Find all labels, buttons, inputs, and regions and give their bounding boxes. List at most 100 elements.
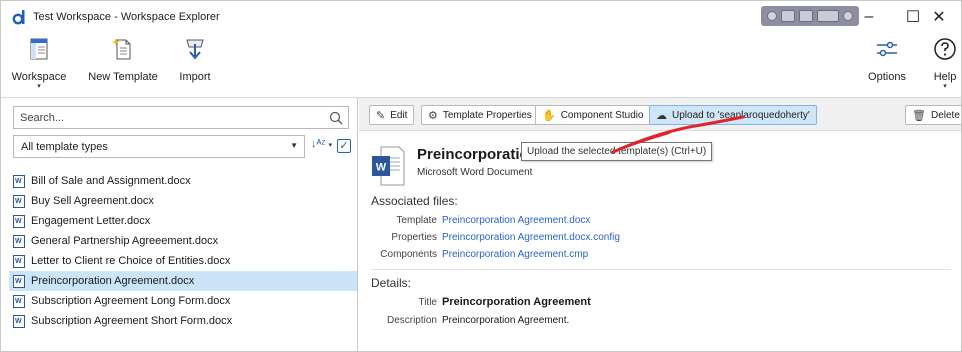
- list-item-selected[interactable]: Preincorporation Agreement.docx: [9, 271, 357, 291]
- import-button[interactable]: Import: [173, 33, 217, 95]
- template-type-select[interactable]: All template types ▼: [13, 135, 305, 158]
- list-item-label: General Partnership Agreeement.docx: [31, 235, 219, 247]
- edit-button[interactable]: ✎ Edit: [369, 105, 415, 125]
- word-document-icon: W: [372, 146, 405, 186]
- list-item-label: Preincorporation Agreement.docx: [31, 275, 195, 287]
- import-icon: [186, 39, 204, 60]
- new-template-icon: [112, 38, 131, 60]
- list-item[interactable]: Letter to Client re Choice of Entities.d…: [9, 251, 357, 271]
- chevron-down-icon: ▾: [37, 83, 41, 90]
- checkmark-icon: ✓: [339, 140, 349, 152]
- detail-toolbar: ✎ Edit ⚙ Template Properties ✋ Component St…: [359, 98, 961, 131]
- chevron-down-icon: ▼: [290, 141, 298, 150]
- sort-button[interactable]: ↓ᴬᶻ ▾: [311, 138, 333, 156]
- sliders-icon: [877, 41, 897, 57]
- svg-text:W: W: [376, 162, 387, 174]
- section-divider: [371, 269, 951, 270]
- taskbar-tray: [761, 6, 859, 26]
- workspace-button[interactable]: Workspace ▾: [11, 33, 67, 95]
- delete-label: Delete: [930, 109, 960, 121]
- options-label: Options: [868, 71, 906, 83]
- template-detail-pane: ✎ Edit ⚙ Template Properties ✋ Component St…: [359, 98, 961, 351]
- document-type: Microsoft Word Document: [417, 167, 533, 178]
- minimize-button[interactable]: –: [847, 1, 891, 33]
- word-doc-icon: [13, 214, 25, 228]
- edit-icon: ✎: [376, 109, 386, 122]
- gears-icon: ⚙: [428, 109, 438, 122]
- options-button[interactable]: Options: [865, 33, 909, 95]
- app-window: Test Workspace - Workspace Explorer – ☐ …: [0, 0, 962, 352]
- list-item[interactable]: Bill of Sale and Assignment.docx: [9, 171, 357, 191]
- new-template-button[interactable]: New Template: [87, 33, 159, 95]
- trash-icon: 🗑: [912, 109, 926, 122]
- edit-label: Edit: [390, 109, 408, 121]
- title-value: Preincorporation Agreement: [442, 296, 591, 308]
- title-bar: Test Workspace - Workspace Explorer – ☐ …: [1, 1, 961, 33]
- list-item[interactable]: Engagement Letter.docx: [9, 211, 357, 231]
- list-item[interactable]: General Partnership Agreeement.docx: [9, 231, 357, 251]
- list-item[interactable]: Buy Sell Agreement.docx: [9, 191, 357, 211]
- search-input[interactable]: [20, 110, 320, 126]
- component-studio-button[interactable]: ✋ Component Studio: [535, 105, 651, 125]
- list-item-label: Engagement Letter.docx: [31, 215, 151, 227]
- list-item-label: Bill of Sale and Assignment.docx: [31, 175, 191, 187]
- import-label: Import: [179, 71, 211, 83]
- app-logo-icon: [11, 9, 27, 25]
- workspace-icon: [30, 38, 48, 60]
- workspace-label: Workspace: [11, 71, 67, 83]
- template-list-pane: All template types ▼ ↓ᴬᶻ ▾ ✓ Bill of Sal…: [1, 98, 358, 351]
- properties-file-label: Properties: [391, 232, 437, 243]
- details-heading: Details:: [371, 276, 412, 290]
- chevron-down-icon: ▾: [943, 83, 947, 90]
- upload-button[interactable]: ☁ Upload to 'seanlaroquedoherty': [649, 105, 817, 125]
- search-icon[interactable]: [328, 110, 344, 126]
- word-doc-icon: [13, 274, 25, 288]
- word-doc-icon: [13, 234, 25, 248]
- chevron-down-icon: ▾: [328, 142, 333, 149]
- close-button[interactable]: ✕: [917, 1, 961, 33]
- template-file-label: Template: [396, 215, 437, 226]
- word-doc-icon: [13, 254, 25, 268]
- list-item[interactable]: Subscription Agreement Short Form.docx: [9, 311, 357, 331]
- sort-az-icon: ↓ᴬᶻ: [311, 138, 326, 150]
- template-properties-label: Template Properties: [442, 109, 532, 121]
- cloud-upload-icon: ☁: [656, 109, 667, 122]
- help-button[interactable]: Help ▾: [929, 33, 961, 95]
- template-list: Bill of Sale and Assignment.docx Buy Sel…: [9, 171, 357, 331]
- list-item[interactable]: Subscription Agreement Long Form.docx: [9, 291, 357, 311]
- word-doc-icon: [13, 294, 25, 308]
- upload-label: Upload to 'seanlaroquedoherty': [672, 109, 810, 121]
- help-icon: [934, 38, 956, 60]
- properties-file-link[interactable]: Preincorporation Agreement.docx.config: [442, 232, 620, 243]
- associated-files-heading: Associated files:: [371, 194, 458, 208]
- word-doc-icon: [13, 174, 25, 188]
- list-item-label: Subscription Agreement Short Form.docx: [31, 315, 233, 327]
- title-label: Title: [418, 297, 437, 308]
- word-doc-icon: [13, 314, 25, 328]
- tray-icon[interactable]: [781, 10, 795, 22]
- upload-tooltip: Upload the selected template(s) (Ctrl+U): [521, 142, 713, 161]
- list-item-label: Buy Sell Agreement.docx: [31, 195, 154, 207]
- new-template-label: New Template: [88, 71, 158, 83]
- list-item-label: Subscription Agreement Long Form.docx: [31, 295, 231, 307]
- tray-icon[interactable]: [799, 10, 813, 22]
- template-type-value: All template types: [21, 141, 108, 153]
- handshake-icon: ✋: [542, 109, 556, 122]
- tray-icon[interactable]: [817, 10, 839, 22]
- ribbon: Workspace ▾ New Template Import Options …: [1, 33, 961, 95]
- tray-icon[interactable]: [767, 11, 777, 21]
- components-file-link[interactable]: Preincorporation Agreement.cmp: [442, 249, 588, 260]
- search-field[interactable]: [13, 106, 349, 129]
- template-properties-button[interactable]: ⚙ Template Properties: [421, 105, 539, 125]
- component-studio-label: Component Studio: [560, 109, 644, 121]
- components-file-label: Components: [380, 249, 437, 260]
- window-title: Test Workspace - Workspace Explorer: [33, 11, 220, 23]
- multi-select-toggle[interactable]: ✓: [337, 139, 351, 153]
- help-label: Help: [933, 71, 957, 83]
- template-file-link[interactable]: Preincorporation Agreement.docx: [442, 215, 590, 226]
- description-value: Preincorporation Agreement.: [442, 315, 570, 326]
- word-doc-icon: [13, 194, 25, 208]
- list-item-label: Letter to Client re Choice of Entities.d…: [31, 255, 231, 267]
- delete-button[interactable]: 🗑 Delete: [905, 105, 961, 125]
- document-title: Preincorporation: [417, 146, 538, 163]
